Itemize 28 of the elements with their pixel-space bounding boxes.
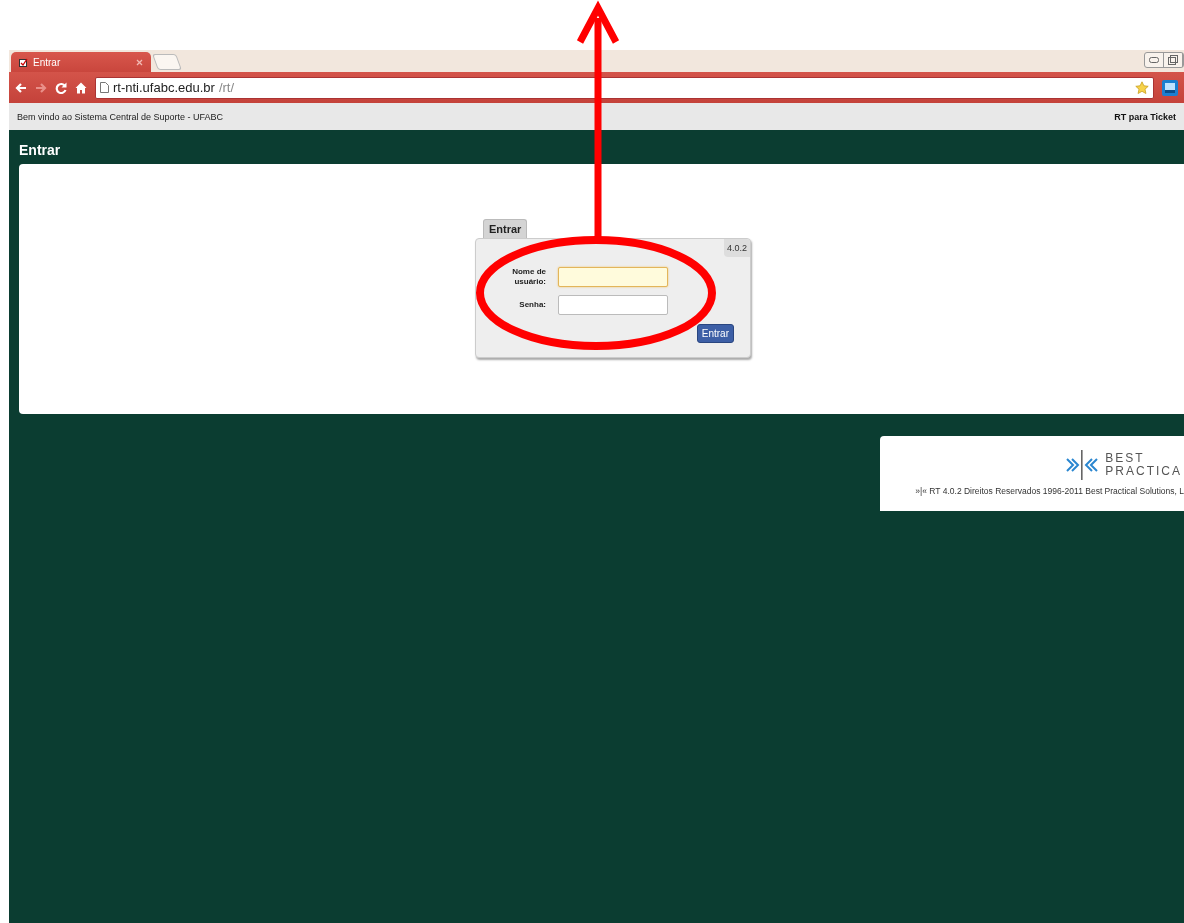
field-label: Nome de usuário: (511, 267, 546, 287)
url-host: rt-nti.ufabc.edu.br (113, 80, 215, 95)
copyright-text: »|« RT 4.0.2 Direitos Reservados 1996-2011 Best Practical Solutions, L (915, 486, 1184, 496)
welcome-text: Bem vindo ao Sistema Central de Suporte - UFABC (17, 111, 224, 122)
extension-icon[interactable] (1162, 79, 1178, 96)
logo-text: BEST PRACTICA (1105, 452, 1182, 478)
tab-title: Entrar (33, 56, 62, 68)
close-icon[interactable] (136, 58, 143, 66)
page-title: Entrar (19, 142, 62, 158)
version-badge: 4.0.2 (723, 239, 750, 257)
address-bar[interactable]: rt-nti.ufabc.edu.br /rt/ (95, 76, 1154, 99)
ticket-link[interactable]: RT para Ticket (1114, 111, 1176, 122)
field-label: Senha: (518, 300, 546, 310)
restore-icon[interactable] (1168, 55, 1178, 65)
page-icon (100, 82, 109, 93)
home-icon[interactable] (75, 81, 87, 94)
login-tab[interactable]: Entrar (483, 219, 528, 238)
login-button[interactable]: Entrar (696, 324, 734, 343)
username-field[interactable] (558, 267, 668, 287)
back-icon[interactable] (15, 81, 27, 94)
url-path: /rt/ (218, 80, 236, 95)
favicon-icon (19, 57, 28, 67)
browser-tab[interactable]: Entrar (11, 52, 151, 72)
reload-icon[interactable] (55, 81, 67, 94)
password-field[interactable] (558, 295, 668, 315)
minimize-icon[interactable] (1149, 57, 1159, 63)
star-icon[interactable] (1135, 80, 1149, 95)
logo-icon (1065, 450, 1100, 480)
